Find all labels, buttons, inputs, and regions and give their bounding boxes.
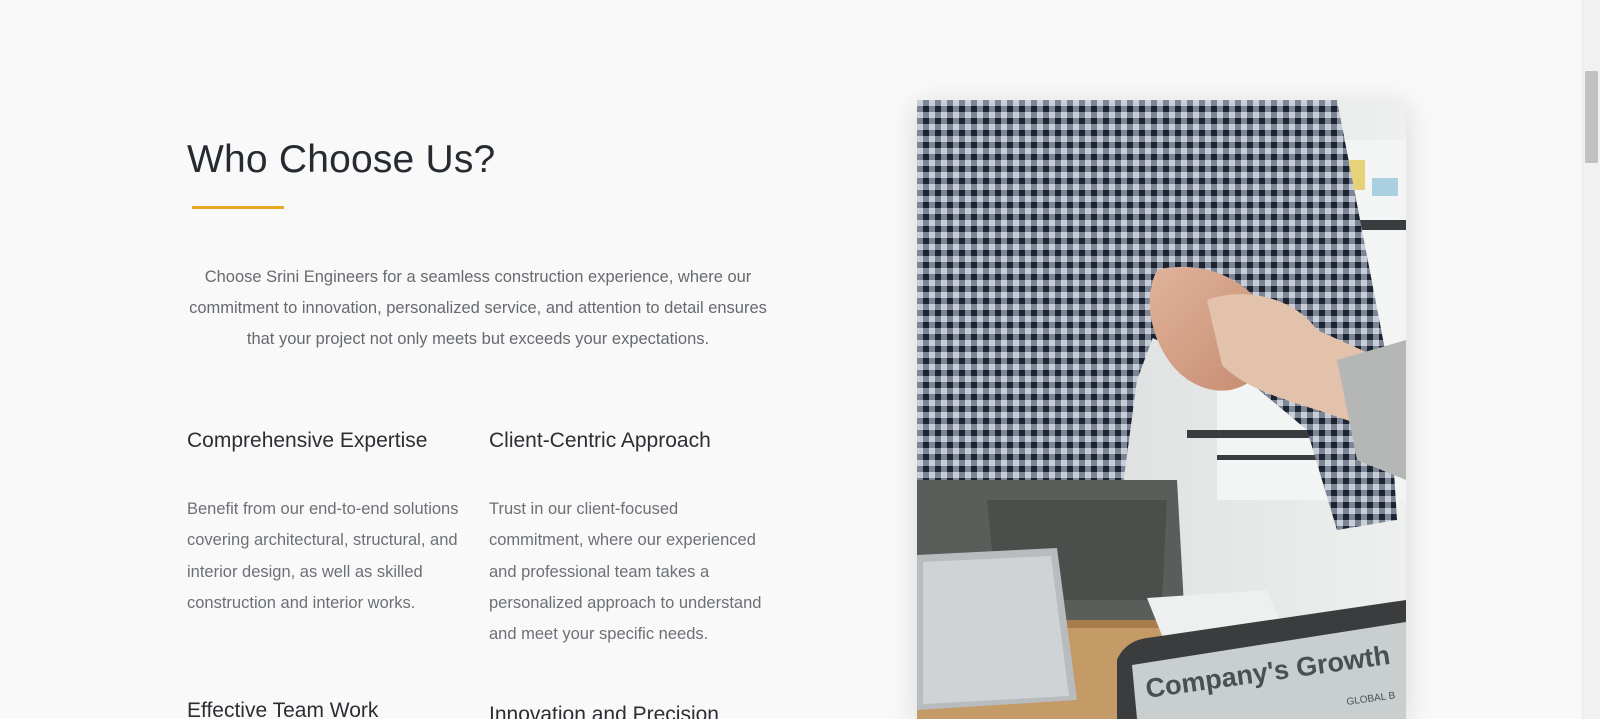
handshake-photo: Company's Growth GLOBAL B xyxy=(917,100,1406,719)
intro-paragraph: Choose Srini Engineers for a seamless co… xyxy=(189,268,767,348)
scrollbar-thumb[interactable] xyxy=(1585,71,1598,163)
feature-title-innovation: Innovation and Precision xyxy=(489,703,719,719)
feature-title-client-centric: Client-Centric Approach xyxy=(489,429,711,452)
feature-title-team-work: Effective Team Work xyxy=(187,699,379,719)
section-title: Who Choose Us? xyxy=(187,138,496,181)
page: Who Choose Us? Choose Srini Engineers fo… xyxy=(0,0,1600,719)
feature-text-client-centric: Trust in our client-focused commitment, … xyxy=(489,500,762,644)
title-underline xyxy=(192,206,284,209)
feature-text-comprehensive-expertise: Benefit from our end-to-end solutions co… xyxy=(187,500,459,612)
page-scrollbar[interactable] xyxy=(1582,0,1600,719)
feature-title-comprehensive-expertise: Comprehensive Expertise xyxy=(187,429,428,452)
